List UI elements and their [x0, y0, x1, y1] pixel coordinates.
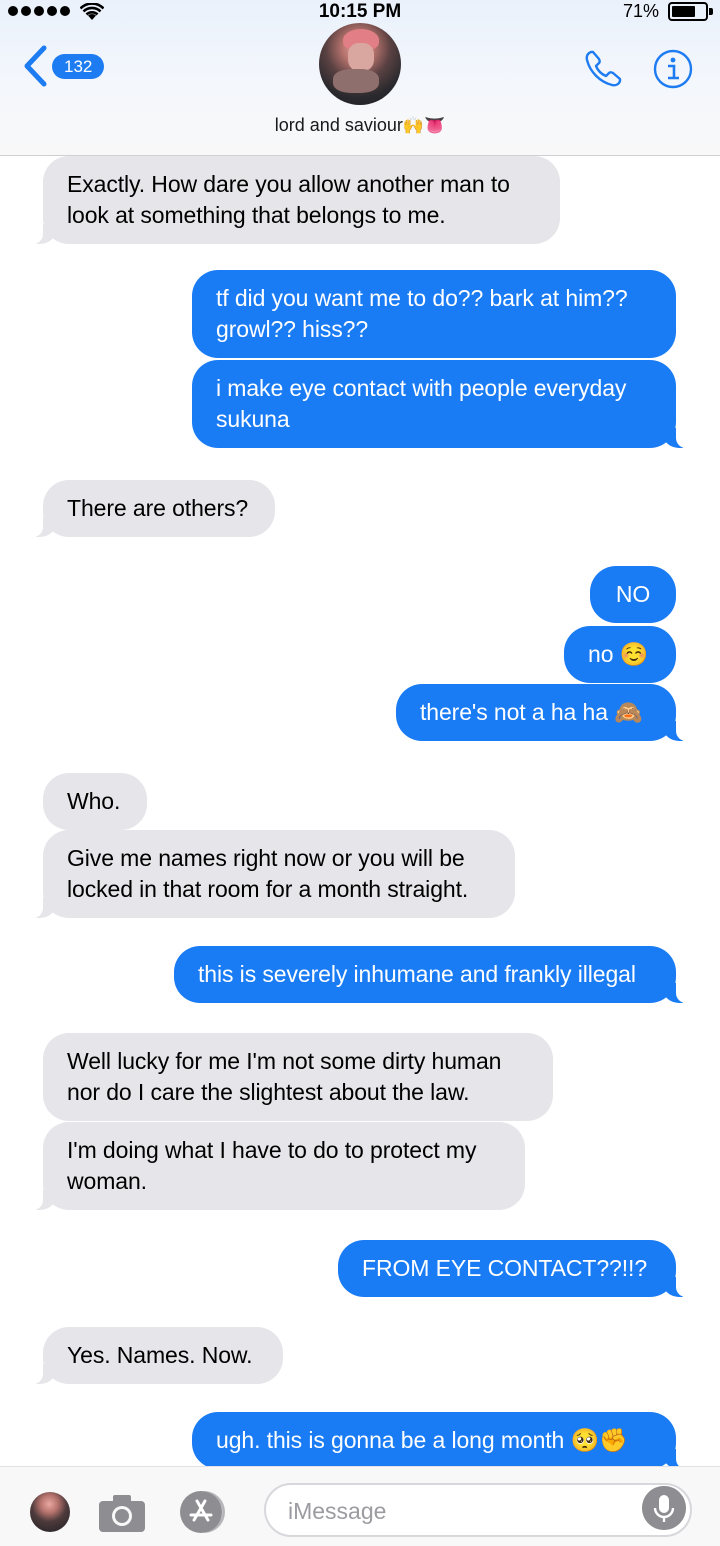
battery-level [672, 6, 695, 17]
back-button[interactable]: 132 [22, 44, 105, 88]
phone-icon[interactable] [582, 48, 624, 90]
message-field[interactable] [264, 1483, 692, 1537]
message-bubble-outgoing[interactable]: i make eye contact with people everyday … [192, 360, 686, 448]
status-time: 10:15 PM [318, 1, 402, 22]
unread-count-badge: 132 [52, 53, 105, 79]
compose-bar [0, 1466, 720, 1546]
contact-avatar[interactable] [319, 23, 401, 105]
microphone-icon[interactable] [642, 1486, 686, 1530]
message-bubble-incoming[interactable]: Yes. Names. Now. [33, 1327, 283, 1384]
message-bubble-outgoing[interactable]: FROM EYE CONTACT??!!? [338, 1240, 686, 1297]
conversation-header: 10:15 PM 71% 132 lord and saviour🙌👅 [0, 0, 720, 156]
message-bubble-incoming[interactable]: Give me names right now or you will be l… [33, 830, 515, 918]
battery-icon [668, 2, 708, 21]
message-bubble-incoming[interactable]: I'm doing what I have to do to protect m… [33, 1122, 525, 1210]
contact-name-text: lord and saviour [274, 115, 403, 135]
camera-icon[interactable] [98, 1493, 146, 1533]
contact-name-emoji: 🙌👅 [402, 116, 446, 135]
message-input[interactable] [288, 1493, 628, 1529]
message-bubble-incoming[interactable]: There are others? [33, 480, 275, 537]
appstore-icon[interactable] [178, 1489, 236, 1535]
message-thread[interactable]: Exactly. How dare you allow another man … [0, 156, 720, 1466]
message-bubble-incoming[interactable]: Exactly. How dare you allow another man … [33, 156, 560, 244]
battery-percent: 71% [622, 1, 659, 21]
message-bubble-outgoing[interactable]: ugh. this is gonna be a long month 🥺✊ [192, 1412, 686, 1466]
battery-nub [709, 8, 713, 15]
message-bubble-outgoing[interactable]: tf did you want me to do?? bark at him??… [192, 270, 676, 358]
message-bubble-outgoing[interactable]: this is severely inhumane and frankly il… [174, 946, 686, 1003]
status-bar: 10:15 PM 71% [0, 0, 720, 24]
message-bubble-outgoing[interactable]: NO [590, 566, 676, 623]
back-chevron-icon [24, 45, 47, 87]
contact-name[interactable]: lord and saviour🙌👅 [0, 115, 720, 136]
animoji-avatar-button[interactable] [30, 1492, 70, 1532]
message-bubble-outgoing[interactable]: no ☺️ [564, 626, 676, 683]
message-bubble-outgoing[interactable]: there's not a ha ha 🙈 [396, 684, 686, 741]
message-bubble-incoming[interactable]: Who. [43, 773, 147, 830]
message-bubble-incoming[interactable]: Well lucky for me I'm not some dirty hum… [43, 1033, 553, 1121]
info-icon[interactable] [653, 49, 693, 89]
